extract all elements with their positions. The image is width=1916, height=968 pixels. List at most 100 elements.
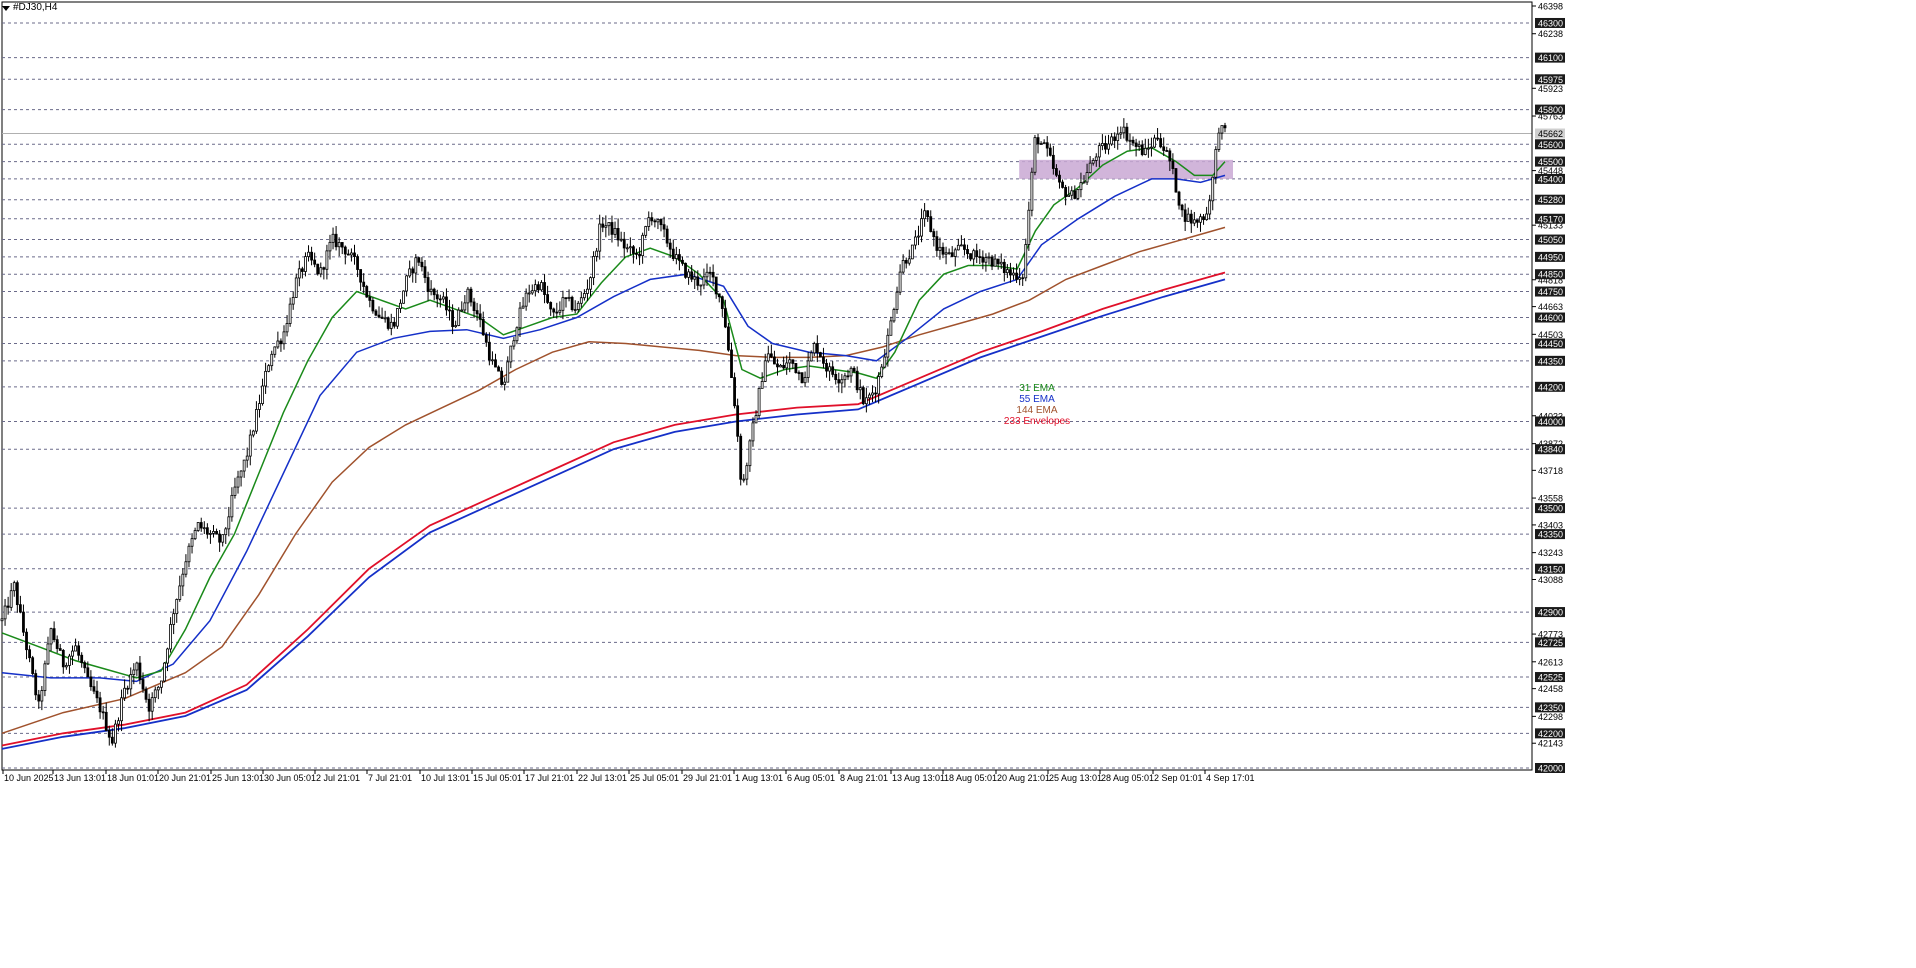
candle-body [711, 271, 715, 278]
level-price-label: 45400 [1538, 174, 1563, 184]
candle [1005, 264, 1009, 279]
candle [123, 679, 127, 701]
candle [481, 311, 485, 336]
candle [389, 313, 393, 336]
candle [503, 377, 507, 391]
grid-layer [1, 1, 1533, 771]
chart-area[interactable]: 31 EMA 55 EMA 144 EMA 233 Envelopes 46398 46… [0, 0, 1916, 963]
candle-body [533, 284, 537, 292]
candle-body [567, 296, 571, 299]
price-tick-label: 46398 [1538, 2, 1563, 12]
candle [218, 529, 222, 552]
price-chart[interactable]: 31 EMA55 EMA144 EMA233 Envelopes 46398 46… [0, 0, 1916, 963]
time-tick-label: 1 Aug 13:01 [735, 773, 783, 783]
candle [193, 527, 197, 541]
candle [628, 237, 632, 256]
candle-body [996, 258, 1000, 265]
time-tick-label: 10 Jun 2025 [4, 773, 54, 783]
candle [595, 247, 599, 262]
candle-body [457, 309, 461, 326]
candle-body [665, 228, 669, 244]
candle [871, 385, 874, 403]
candle-body [812, 343, 816, 354]
candle-body [316, 263, 320, 275]
candle-body [233, 486, 237, 496]
candle [1070, 186, 1074, 200]
candle [245, 447, 249, 468]
candle-body [607, 222, 611, 227]
candle-body [834, 373, 838, 381]
candle-body [273, 346, 277, 355]
candle [196, 522, 200, 532]
candle-body [907, 258, 911, 264]
candle-body [573, 309, 577, 311]
candle-body [101, 711, 105, 714]
chart-title-bar[interactable]: #DJ30,H4 [2, 2, 57, 13]
candle-body [963, 244, 966, 250]
candle-body [748, 440, 752, 467]
candle [1165, 146, 1169, 152]
candle-body [662, 224, 666, 230]
candle-body [448, 309, 451, 312]
candle-body [396, 308, 399, 327]
candle [898, 264, 902, 296]
candle-body [1073, 190, 1077, 199]
level-price-label: 45800 [1538, 105, 1563, 115]
level-price-label: 44350 [1538, 356, 1563, 366]
candle-body [346, 253, 350, 256]
candle-body [579, 297, 583, 304]
candle-body [110, 736, 114, 744]
candle-body [708, 271, 712, 274]
candle [159, 680, 163, 694]
candle-body [1027, 209, 1031, 245]
candle [55, 635, 59, 653]
candle-body [288, 303, 292, 324]
candle-body [999, 261, 1003, 265]
candle-body [58, 648, 62, 651]
price-axis: 4639846238459234576345448451334481844663… [1531, 2, 1565, 774]
candle [236, 470, 240, 494]
candle [773, 350, 776, 365]
candle-body [625, 247, 629, 250]
candle [129, 667, 133, 696]
candle-body [129, 674, 133, 690]
candle [491, 351, 494, 365]
time-tick-label: 25 Aug 13:01 [1049, 773, 1102, 783]
candle [864, 387, 868, 413]
candle-body [794, 363, 798, 373]
candle-body [956, 244, 960, 251]
candle [831, 361, 835, 378]
candle [635, 248, 638, 260]
candle-body [537, 284, 540, 291]
candle [1146, 138, 1150, 158]
candle-body [1107, 143, 1110, 150]
candle [264, 362, 268, 394]
candle [837, 372, 841, 393]
candle [828, 362, 831, 381]
candle-body [475, 310, 479, 315]
candle [570, 295, 574, 312]
candle-body [1012, 272, 1015, 276]
candle-body [159, 680, 163, 688]
candle [150, 692, 154, 720]
candle-body [1116, 133, 1120, 141]
price-tick-label: 43243 [1538, 548, 1563, 558]
level-price-label: 42525 [1538, 673, 1563, 683]
dropdown-triangle-icon[interactable] [2, 5, 10, 11]
candle-body [1110, 136, 1113, 145]
candle [322, 266, 326, 280]
candle-body [163, 662, 166, 682]
candle [1189, 209, 1193, 233]
candle-body [1131, 139, 1135, 144]
candle [681, 256, 684, 266]
candle-body [359, 269, 363, 283]
candle [169, 617, 172, 653]
candle-body [245, 455, 249, 461]
candle [917, 225, 920, 246]
time-tick-label: 13 Aug 13:01 [892, 773, 945, 783]
candle-body [441, 296, 445, 300]
candle [521, 297, 525, 309]
candle [1153, 134, 1156, 149]
candle-body [868, 394, 871, 399]
candle-body [1217, 132, 1221, 150]
